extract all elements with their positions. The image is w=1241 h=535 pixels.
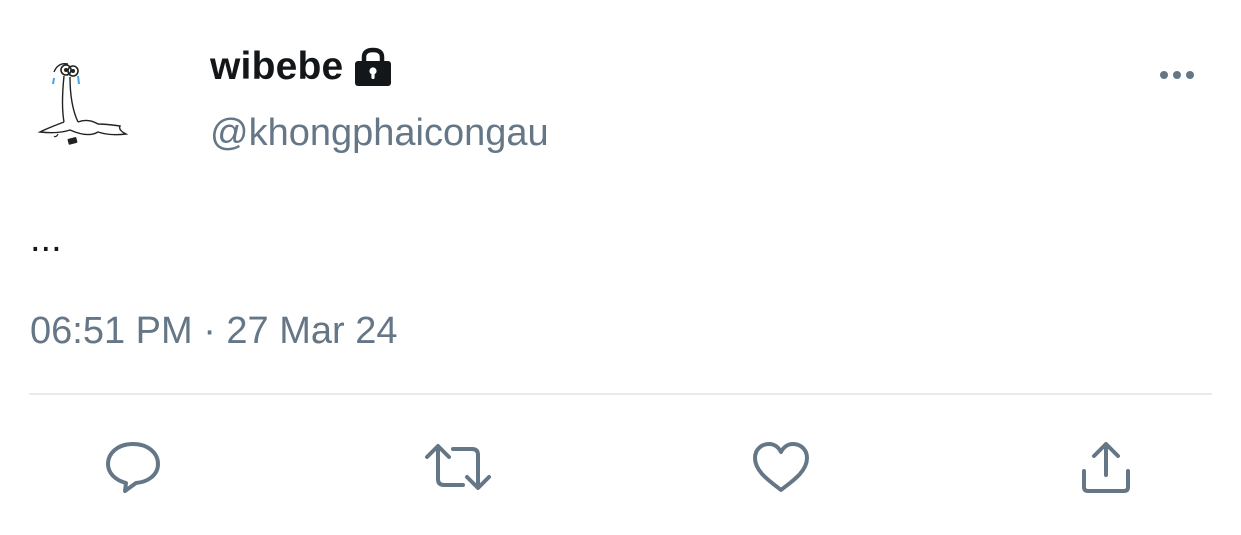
retweet-button[interactable]: [423, 432, 493, 502]
sad-goose-drawing: [37, 62, 129, 145]
more-options-button[interactable]: [1150, 58, 1206, 92]
like-heart-icon: [753, 442, 809, 492]
reply-icon: [106, 442, 160, 493]
reply-button[interactable]: [98, 432, 168, 502]
tweet-timestamp[interactable]: 06:51 PM · 27 Mar 24: [30, 310, 398, 353]
tweet-text: ...: [30, 218, 62, 260]
more-options-icon: [1160, 71, 1194, 79]
lock-icon: [353, 46, 393, 88]
share-button[interactable]: [1071, 432, 1141, 502]
avatar[interactable]: [28, 50, 138, 160]
divider: [29, 393, 1212, 395]
display-name-row: wibebe: [210, 44, 393, 90]
share-icon: [1082, 442, 1130, 493]
tweet-detail: wibebe @khongphaicongau ... 06:51 PM · 2…: [0, 0, 1241, 535]
retweet-icon: [425, 444, 491, 490]
display-name[interactable]: wibebe: [210, 45, 343, 89]
user-handle[interactable]: @khongphaicongau: [210, 112, 549, 155]
like-button[interactable]: [746, 432, 816, 502]
